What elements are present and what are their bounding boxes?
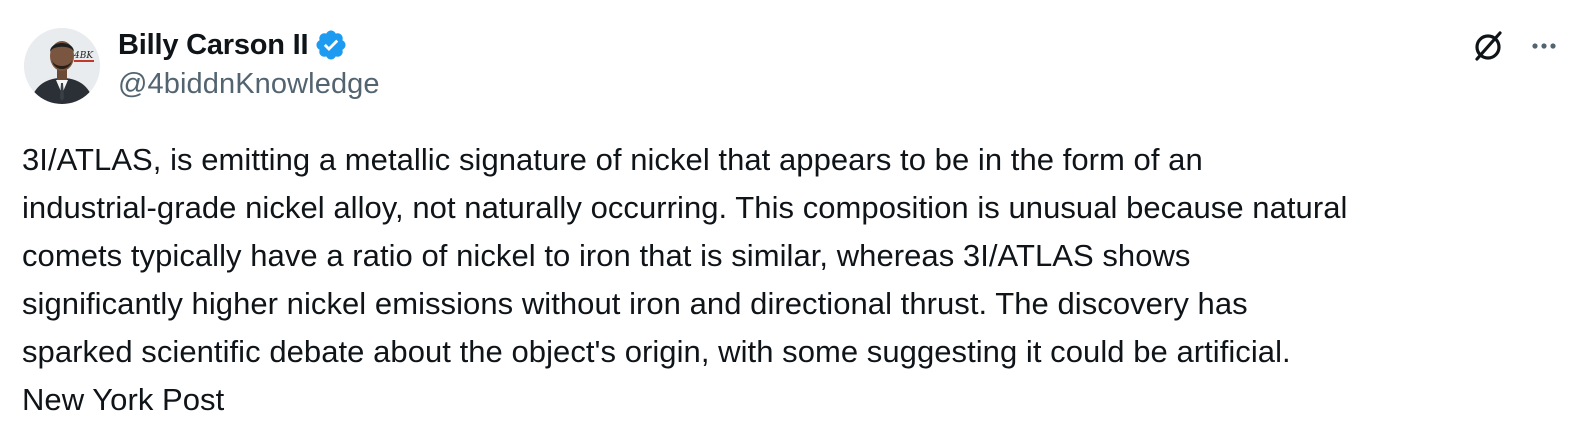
- avatar-image: 4BK: [24, 28, 100, 104]
- more-options-icon[interactable]: [1528, 30, 1560, 67]
- verified-badge-icon[interactable]: [314, 28, 348, 62]
- tweet-text-line: 3I/ATLAS, is emitting a metallic signatu…: [22, 142, 1203, 177]
- avatar[interactable]: 4BK: [24, 28, 100, 104]
- top-actions: [1470, 28, 1560, 69]
- tweet-text-line: New York Post: [22, 382, 225, 417]
- tweet-text-line: comets typically have a ratio of nickel …: [22, 238, 1191, 273]
- tweet-text-line: sparked scientific debate about the obje…: [22, 334, 1291, 369]
- tweet-card: 4BK Billy Carson II @4biddnKnowledge 3I/…: [0, 0, 1580, 432]
- handle[interactable]: @4biddnKnowledge: [118, 68, 380, 101]
- avatar-logo-text: 4BK: [73, 51, 94, 61]
- tweet-text-line: significantly higher nickel emissions wi…: [22, 286, 1248, 321]
- author-info: Billy Carson II @4biddnKnowledge: [118, 26, 380, 101]
- tweet-text: 3I/ATLAS, is emitting a metallic signatu…: [22, 136, 1562, 424]
- tweet-text-line: industrial-grade nickel alloy, not natur…: [22, 190, 1348, 225]
- display-name-row: Billy Carson II: [118, 26, 380, 64]
- display-name[interactable]: Billy Carson II: [118, 29, 309, 62]
- grok-icon[interactable]: [1470, 28, 1506, 69]
